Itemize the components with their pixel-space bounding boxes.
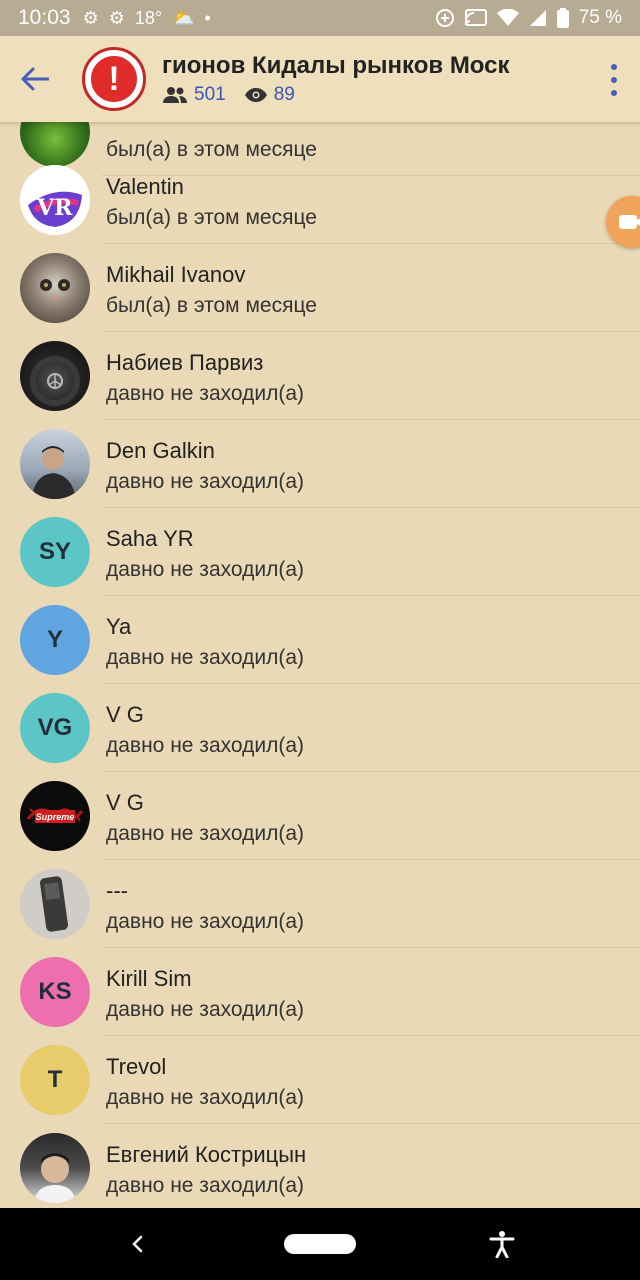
member-status: давно не заходил(а) [106,382,305,405]
people-icon [163,87,187,103]
online-count: 89 [273,84,295,105]
member-name: Den Galkin [106,438,215,463]
members-count: 501 [194,84,226,105]
person-photo-icon [34,1153,76,1203]
member-row[interactable]: KS Kirill Sim давно не заходил(а) [0,948,640,1036]
member-name: Kirill Sim [106,966,192,991]
member-name: Mikhail Ivanov [106,262,246,287]
svg-text:VR: VR [36,195,73,221]
person-photo-icon [32,446,76,499]
member-name: Saha YR [106,526,194,551]
more-vert-icon [611,64,617,70]
avatar-initials: SY [20,517,90,587]
wifi-icon [496,9,519,26]
svg-text:Supreme: Supreme [36,812,75,822]
avatar [20,869,90,939]
cat-photo-icon [40,279,70,301]
group-avatar[interactable]: ! [82,47,146,111]
more-menu-button[interactable] [604,64,624,96]
member-row[interactable]: Евгений Кострицын давно не заходил(а) [0,1124,640,1208]
group-title: гионов Кидалы рынков Моск [162,52,510,79]
online-stat: 89 [244,84,295,106]
avatar [20,429,90,499]
member-name: Евгений Кострицын [106,1142,307,1167]
back-button[interactable] [0,36,70,122]
member-row[interactable]: SY Saha YR давно не заходил(а) [0,508,640,596]
member-name: Valentin [106,174,184,199]
header-info[interactable]: гионов Кидалы рынков Моск 501 89 [162,52,552,106]
member-status: давно не заходил(а) [106,822,305,845]
member-row[interactable]: Набиев Парвиз давно не заходил(а) [0,332,640,420]
member-name: Trevol [106,1054,167,1079]
member-row[interactable]: VR Valentin был(а) в этом месяце [0,156,640,244]
group-stats: 501 89 [162,84,552,106]
member-status: давно не заходил(а) [106,1086,305,1109]
battery-icon [556,8,569,28]
member-status: был(а) в этом месяце [106,206,317,229]
member-status: давно не заходил(а) [106,470,305,493]
member-name: V G [106,702,144,727]
steering-wheel-photo-icon [30,356,80,406]
nav-home-pill[interactable] [284,1234,356,1254]
vr-logo-icon: VR [20,165,90,235]
avatar-initials: VG [20,693,90,763]
member-status: был(а) в этом месяце [106,294,317,317]
chevron-left-icon [132,1235,143,1253]
status-system-icons: 75 % [435,7,622,29]
video-camera-icon [619,215,640,229]
eye-icon [244,88,267,102]
member-status: давно не заходил(а) [106,646,305,669]
exclamation-icon: ! [88,53,140,105]
member-status: давно не заходил(а) [106,998,305,1021]
dot-icon: • [204,8,211,28]
nav-back-button[interactable] [120,1226,156,1262]
member-list[interactable]: был(а) в этом месяце VR Valentin был(а) … [0,122,640,1208]
member-row[interactable]: VG V G давно не заходил(а) [0,684,640,772]
phone-photo-icon [39,876,69,932]
member-row[interactable]: --- давно не заходил(а) [0,860,640,948]
member-row[interactable]: T Trevol давно не заходил(а) [0,1036,640,1124]
gear-notification-icon: ⚙ [108,8,125,28]
member-status: давно не заходил(а) [106,1174,305,1197]
avatar-initials: T [20,1045,90,1115]
chat-header: ! гионов Кидалы рынков Моск 501 89 [0,36,640,122]
accessibility-icon [489,1231,515,1258]
member-name: V G [106,790,144,815]
avatar: Supreme [20,781,90,851]
gear-notification-icon: ⚙ [82,8,99,28]
avatar [20,1133,90,1203]
member-name: --- [106,878,128,903]
arrow-left-icon [21,67,49,91]
status-bar: 10:03 ⚙ ⚙ 18° ⛅ • 75 % [0,0,640,36]
status-notification-icons: ⚙ ⚙ 18° ⛅ • [83,8,211,29]
status-time: 10:03 [18,6,71,29]
member-row[interactable]: Supreme V G давно не заходил(а) [0,772,640,860]
member-status: давно не заходил(а) [106,734,305,757]
weather-icon: ⛅ [172,8,195,28]
member-status: давно не заходил(а) [106,558,305,581]
battery-percent: 75 % [578,7,622,28]
avatar-initials: KS [20,957,90,1027]
more-vert-icon-dot [611,77,617,83]
avatar [20,253,90,323]
member-name: Ya [106,614,132,639]
avatar-initials: Y [20,605,90,675]
members-stat: 501 [162,84,226,106]
member-row[interactable]: Den Galkin давно не заходил(а) [0,420,640,508]
data-saver-icon [435,9,454,27]
more-vert-icon-dot [611,90,617,96]
supreme-logo-icon: Supreme [26,808,84,823]
avatar: VR [20,165,90,235]
member-row[interactable]: Y Ya давно не заходил(а) [0,596,640,684]
signal-icon [529,10,546,26]
weather-temperature: 18° [134,7,163,28]
member-status: давно не заходил(а) [106,910,305,933]
member-row[interactable]: Mikhail Ivanov был(а) в этом месяце [0,244,640,332]
system-nav-bar [0,1208,640,1280]
cast-icon [464,9,487,26]
member-name: Набиев Парвиз [106,350,264,375]
accessibility-button[interactable] [484,1226,520,1262]
avatar [20,341,90,411]
